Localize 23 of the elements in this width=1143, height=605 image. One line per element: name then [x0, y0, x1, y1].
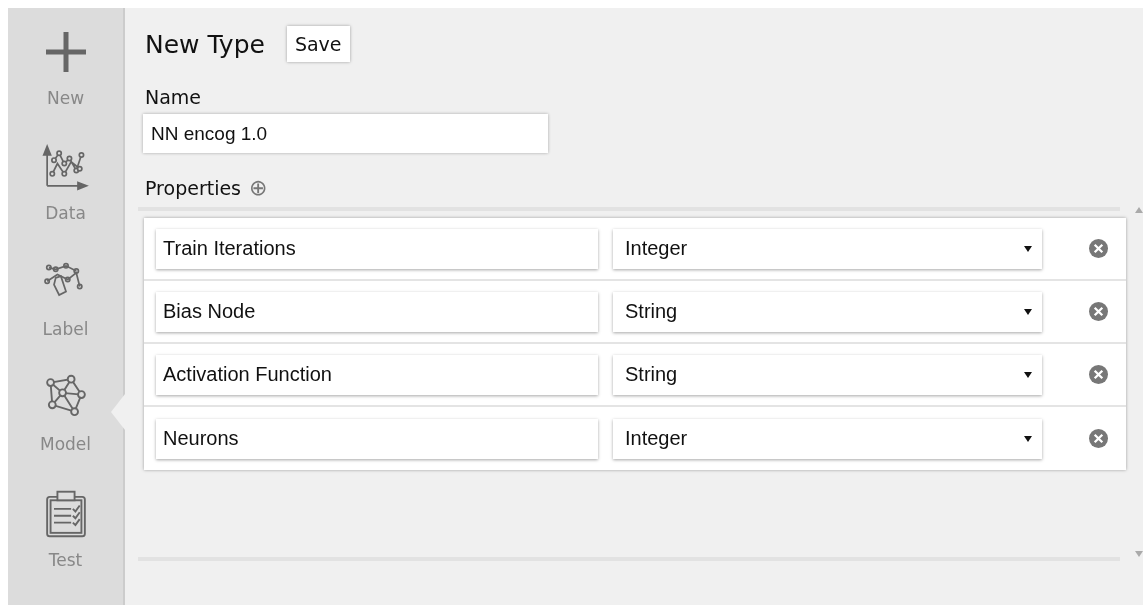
save-button[interactable]: Save	[286, 26, 350, 62]
page-title: New Type	[145, 29, 265, 59]
name-label: Name	[145, 86, 203, 108]
property-name-field[interactable]: Neurons	[156, 418, 598, 459]
add-property-button[interactable]: ⊕	[249, 177, 268, 199]
type-dropdown[interactable]: String	[613, 354, 1042, 395]
chart-icon	[41, 143, 90, 192]
properties-label: Properties	[145, 177, 242, 199]
remove-icon[interactable]	[1089, 429, 1108, 448]
property-name-field[interactable]: Train Iterations	[156, 228, 598, 269]
property-name-field[interactable]: Activation Function	[156, 354, 598, 395]
name-field[interactable]: NN encog 1.0	[143, 114, 548, 153]
caret-icon	[1024, 434, 1032, 443]
property-name-field[interactable]: Bias Node	[156, 291, 598, 332]
type-dropdown[interactable]: String	[613, 291, 1042, 332]
remove-icon[interactable]	[1089, 239, 1108, 258]
type-dropdown[interactable]: Integer	[613, 228, 1042, 269]
remove-icon[interactable]	[1089, 302, 1108, 321]
caret-icon	[1024, 370, 1032, 379]
remove-icon[interactable]	[1089, 365, 1108, 384]
caret-icon	[1024, 244, 1032, 253]
type-dropdown[interactable]: Integer	[613, 418, 1042, 459]
caret-icon	[1024, 307, 1032, 316]
